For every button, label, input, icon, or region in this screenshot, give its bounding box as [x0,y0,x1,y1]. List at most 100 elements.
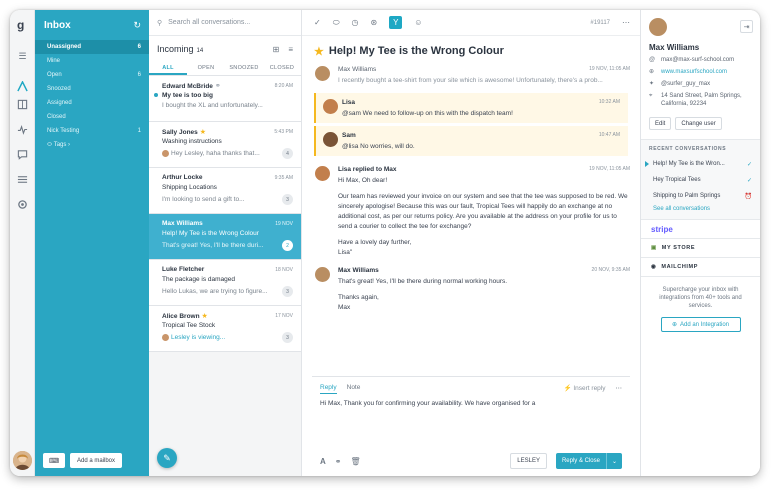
conversation-item[interactable]: Arthur Locke 9:35 AM Shipping Locations I… [149,168,301,214]
text-format-icon[interactable]: A [320,457,326,466]
integration-stripe[interactable]: stripe [641,219,760,238]
trash-icon[interactable]: 🗑 [350,457,360,466]
recent-conversations: RECENT CONVERSATIONS Help! My Tee is the… [641,139,760,219]
recent-conversation-item[interactable]: Shipping to Palm Springs ⏰ [641,188,760,204]
add-mailbox-button[interactable]: Add a mailbox [70,453,123,468]
settings-icon[interactable] [16,198,29,210]
assignee-selector[interactable]: LESLEY [510,453,547,469]
tab-open[interactable]: OPEN [187,62,225,75]
conversation-item[interactable]: Alice Brown ★ 17 NOV Tropical Tee Stock L… [149,306,301,352]
tab-all[interactable]: ALL [149,62,187,75]
mailbox-item-snoozed[interactable]: Snoozed [35,82,149,96]
customer-email: @ max@max-surf-school.com [649,57,735,63]
mailbox-footer: ⌨ Add a mailbox [43,453,123,468]
knowledge-base-icon[interactable] [16,98,29,110]
merge-icon[interactable]: Y [389,16,403,29]
customer-address: ⌖ 14 Sand Street, Palm Springs, Californi… [649,93,742,107]
message-count: 3 [282,194,293,205]
app-window: g ☰ Inbox ↻ Unassigned 6 Mine Open 6 Sno… [10,10,760,476]
change-user-button[interactable]: Change user [675,117,722,130]
mailbox-item-open[interactable]: Open 6 [35,68,149,82]
tab-snoozed[interactable]: SNOOZED [225,62,263,75]
edit-button[interactable]: Edit [649,117,672,130]
check-icon[interactable]: ✓ [314,18,321,27]
conversation-item[interactable]: Edward McBride ⚭ 8:20 AM My tee is too bi… [149,76,301,122]
sort-icon[interactable]: ≡ [288,45,293,54]
mailbox-item-assigned[interactable]: Assigned [35,96,149,110]
chat-icon[interactable] [16,148,29,160]
conversation-item[interactable]: Sally Jones ★ 5:43 PM Washing instruction… [149,122,301,168]
attachment-icon[interactable]: ⚭ [335,457,342,466]
tab-closed[interactable]: CLOSED [263,62,301,75]
search-input[interactable]: Search all conversations... [168,19,250,26]
compose-button[interactable]: ✎ [157,448,177,468]
mailbox-item-mine[interactable]: Mine [35,54,149,68]
filters-icon[interactable] [16,173,29,185]
star-icon[interactable]: ★ [314,45,324,58]
app-logo-icon[interactable]: g [17,18,24,32]
tag-icon: ⬭ [47,141,53,148]
lightning-icon: ⚡ [563,385,572,392]
emoji-icon[interactable]: ☺ [414,18,422,27]
insert-reply-button[interactable]: ⚡ Insert reply [563,384,605,394]
message-body: Hi Max, Oh dear! Our team has reviewed y… [338,177,628,256]
tab-note[interactable]: Note [347,384,361,394]
conversation-panel: ✓ ⬭ ◷ ⊛ Y ☺ #19117 ⋯ ★ Help! My Tee is t… [302,10,641,476]
more-icon[interactable]: ⋯ [622,18,630,27]
customer-avatar [315,267,330,282]
message: Max Williams 20 NOV, 9:35 AM That's great… [302,267,640,313]
exit-icon[interactable]: ⇥ [740,20,753,33]
recent-conversation-item[interactable]: Hey Tropical Tees ✓ [641,172,760,188]
check-icon: ✓ [746,161,752,168]
agent-avatar [162,333,169,341]
tab-reply[interactable]: Reply [320,384,337,394]
integration-my-store[interactable]: ▣ MY STORE [641,238,760,257]
customer-website[interactable]: ⊕ www.maxsurfschool.com [649,68,752,76]
globe-icon: ⊕ [649,69,655,75]
conversation-item-selected[interactable]: Max Williams 19 NOV Help! My Tee is the W… [149,214,301,260]
conversation-item[interactable]: Luke Fletcher 18 NOV The package is damag… [149,260,301,306]
chevron-down-icon[interactable]: ⌄ [605,453,622,469]
user-avatar[interactable] [13,451,32,470]
reply-textarea[interactable]: Hi Max, Thank you for confirming your av… [312,394,630,413]
recent-conversation-item[interactable]: Help! My Tee is the Wron... ✓ [641,156,760,172]
customer-avatar [315,66,330,81]
reports-icon[interactable] [16,123,29,135]
message-collapsed[interactable]: Max Williams 19 NOV, 11:05 AM I recently … [302,66,640,86]
see-all-conversations-link[interactable]: See all conversations [641,204,760,219]
ticket-number: #19117 [590,19,610,26]
reply-footer: A ⚭ 🗑 LESLEY Reply & Close ⌄ [320,453,622,469]
keyboard-shortcuts-button[interactable]: ⌨ [43,453,65,468]
mailbox-item-unassigned[interactable]: Unassigned 6 [35,40,149,54]
add-integration-button[interactable]: ⊕ Add an Integration [660,317,741,332]
search-icon: ⚲ [157,19,163,27]
agent-avatar [323,132,338,147]
mailbox-item-nick-testing[interactable]: Nick Testing 1 [35,124,149,138]
new-folder-icon[interactable]: ⊞ [273,45,280,54]
clock-icon[interactable]: ◷ [352,18,359,27]
assign-icon[interactable]: ⊛ [371,18,378,27]
refresh-icon[interactable]: ↻ [133,20,141,31]
search-bar[interactable]: ⚲ Search all conversations... [149,10,301,36]
menu-icon[interactable]: ☰ [16,50,29,62]
message-count: 3 [282,286,293,297]
keyboard-icon: ⌨ [48,457,60,465]
reply-editor: Reply Note ⚡ Insert reply ⋯ Hi Max, Than… [312,376,630,476]
pencil-icon: ✎ [163,452,171,463]
internal-note: Lisa 10:32 AM @sam We need to follow-up o… [314,93,628,123]
message-body: That's great! Yes, I'll be there during … [338,278,508,311]
mailbox-item-tags[interactable]: ⬭ Tags › [35,138,149,152]
status-tabs: ALL OPEN SNOOZED CLOSED [149,62,301,76]
tag-icon[interactable]: ⬭ [333,18,340,28]
inbox-nav-icon[interactable] [16,80,29,92]
customer-twitter: ✦ @surfer_guy_max [649,81,711,87]
reply-close-button[interactable]: Reply & Close ⌄ [555,453,622,469]
list-title: Incoming 14 [157,44,204,54]
plus-circle-icon: ⊕ [671,321,677,328]
twitter-icon: ✦ [649,81,655,87]
more-icon[interactable]: ⋯ [616,384,623,394]
integration-mailchimp[interactable]: ◉ MAILCHIMP [641,257,760,276]
mailbox-item-closed[interactable]: Closed [35,110,149,124]
email-icon: @ [649,57,656,63]
list-header: Incoming 14 ⊞ ≡ [149,36,301,62]
